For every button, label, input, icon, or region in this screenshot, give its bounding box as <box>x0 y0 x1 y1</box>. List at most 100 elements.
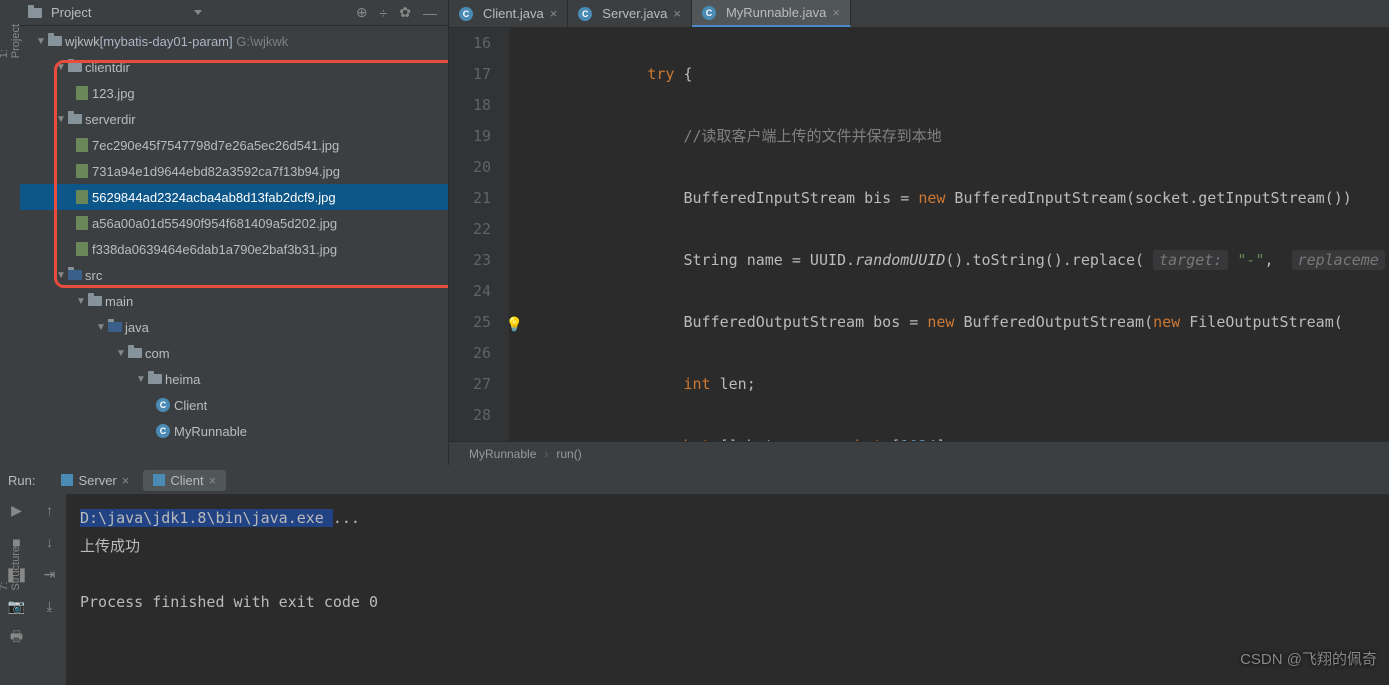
tab-myrunnable[interactable]: CMyRunnable.java× <box>692 0 851 27</box>
line-number: 25 <box>449 307 491 338</box>
print-icon[interactable]: 🖶 <box>7 628 27 648</box>
rerun-button[interactable]: ▶ <box>7 500 27 520</box>
gutter: 16 17 18 19 20 21 22 23 24 25 26 27 28 💡 <box>449 28 509 441</box>
down-icon[interactable]: ↓ <box>40 532 60 552</box>
keyword: try <box>647 65 674 83</box>
file-label: 7ec290e45f7547798d7e26a5ec26d541.jpg <box>92 138 339 153</box>
editor-area: CClient.java× CServer.java× CMyRunnable.… <box>449 0 1389 465</box>
run-tab-server[interactable]: Server× <box>51 470 139 491</box>
camera-icon[interactable]: 📷 <box>7 596 27 616</box>
tree-folder-src[interactable]: src <box>20 262 448 288</box>
sidebar-tab-structure[interactable]: 7: Structure <box>0 542 24 595</box>
folder-label: heima <box>165 372 200 387</box>
tree-class-myrunnable[interactable]: C MyRunnable <box>20 418 448 444</box>
dropdown-icon[interactable] <box>194 10 202 15</box>
close-icon[interactable]: × <box>673 6 681 21</box>
tree-folder-java[interactable]: java <box>20 314 448 340</box>
code-text: BufferedOutputStream( <box>954 313 1153 331</box>
folder-icon <box>68 270 82 280</box>
intention-bulb-icon[interactable]: 💡 <box>506 310 523 341</box>
gear-icon[interactable]: ✿ <box>396 4 414 21</box>
run-tab-label: Client <box>170 473 203 488</box>
folder-icon <box>48 36 62 46</box>
left-tool-strip: 1: Project 7: Structure <box>0 0 20 465</box>
locate-icon[interactable]: ⊕ <box>353 4 371 21</box>
folder-icon <box>28 8 42 18</box>
console-output[interactable]: D:\java\jdk1.8\bin\java.exe ... 上传成功 Pro… <box>66 494 1389 685</box>
class-label: MyRunnable <box>174 424 247 439</box>
tree-package-com[interactable]: com <box>20 340 448 366</box>
tree-file[interactable]: 731a94e1d9644ebd82a3592ca7f13b94.jpg <box>20 158 448 184</box>
param-hint: target: <box>1153 250 1228 270</box>
expand-icon[interactable]: ÷ <box>377 5 391 21</box>
config-icon <box>61 474 73 486</box>
folder-icon <box>68 62 82 72</box>
line-number: 22 <box>449 214 491 245</box>
file-label: a56a00a01d55490f954f681409a5d202.jpg <box>92 216 337 231</box>
close-icon[interactable]: × <box>550 6 558 21</box>
run-title: Run: <box>8 473 35 488</box>
image-icon <box>76 242 88 256</box>
tab-server[interactable]: CServer.java× <box>568 0 692 27</box>
scroll-icon[interactable]: ⤓ <box>40 596 60 616</box>
close-icon[interactable]: × <box>832 5 840 20</box>
line-number: 16 <box>449 28 491 59</box>
project-panel: Project ⊕ ÷ ✿ — wjkwk [mybatis-day01-par… <box>20 0 449 465</box>
minimize-icon[interactable]: — <box>420 5 440 21</box>
code-text: len; <box>711 375 756 393</box>
project-tree[interactable]: wjkwk [mybatis-day01-param] G:\wjkwk cli… <box>20 26 448 465</box>
file-label: f338da0639464e6dab1a790e2baf3b31.jpg <box>92 242 337 257</box>
tree-file[interactable]: a56a00a01d55490f954f681409a5d202.jpg <box>20 210 448 236</box>
config-icon <box>153 474 165 486</box>
folder-label: serverdir <box>85 112 136 127</box>
tree-file-selected[interactable]: 5629844ad2324acba4ab8d13fab2dcf9.jpg <box>20 184 448 210</box>
code-text: { <box>674 65 692 83</box>
watermark: CSDN @飞翔的佩奇 <box>1240 648 1377 669</box>
code-text: BufferedOutputStream bos = <box>684 313 928 331</box>
keyword: new <box>1153 313 1180 331</box>
folder-label: com <box>145 346 170 361</box>
up-icon[interactable]: ↑ <box>40 500 60 520</box>
wrap-icon[interactable]: ⇥ <box>40 564 60 584</box>
folder-label: java <box>125 320 149 335</box>
line-number: 18 <box>449 90 491 121</box>
tree-file[interactable]: 123.jpg <box>20 80 448 106</box>
keyword: int <box>684 375 711 393</box>
folder-icon <box>68 114 82 124</box>
breadcrumb-item[interactable]: MyRunnable <box>469 447 536 461</box>
folder-label: src <box>85 268 102 283</box>
tree-folder-main[interactable]: main <box>20 288 448 314</box>
file-label: 731a94e1d9644ebd82a3592ca7f13b94.jpg <box>92 164 340 179</box>
breadcrumb-item[interactable]: run() <box>556 447 581 461</box>
string: "-" <box>1237 251 1264 269</box>
class-label: Client <box>174 398 207 413</box>
tree-package-heima[interactable]: heima <box>20 366 448 392</box>
line-number: 28 <box>449 400 491 431</box>
tab-client[interactable]: CClient.java× <box>449 0 568 27</box>
folder-icon <box>108 322 122 332</box>
file-label: 123.jpg <box>92 86 135 101</box>
folder-icon <box>88 296 102 306</box>
image-icon <box>76 138 88 152</box>
tree-class-client[interactable]: CClient <box>20 392 448 418</box>
close-icon[interactable]: × <box>122 473 130 488</box>
tree-folder-clientdir[interactable]: clientdir <box>20 54 448 80</box>
close-icon[interactable]: × <box>209 473 217 488</box>
tree-file[interactable]: f338da0639464e6dab1a790e2baf3b31.jpg <box>20 236 448 262</box>
class-icon: C <box>156 424 170 438</box>
code-editor[interactable]: 16 17 18 19 20 21 22 23 24 25 26 27 28 💡 <box>449 28 1389 441</box>
line-number: 23 <box>449 245 491 276</box>
tree-folder-serverdir[interactable]: serverdir <box>20 106 448 132</box>
run-tab-client[interactable]: Client × <box>143 470 226 491</box>
tree-file[interactable]: 7ec290e45f7547798d7e26a5ec26d541.jpg <box>20 132 448 158</box>
package-icon <box>128 348 142 358</box>
tree-root[interactable]: wjkwk [mybatis-day01-param] G:\wjkwk <box>20 28 448 54</box>
line-number: 24 <box>449 276 491 307</box>
code-content[interactable]: try { //读取客户端上传的文件并保存到本地 BufferedInputSt… <box>509 28 1389 441</box>
folder-label: main <box>105 294 133 309</box>
code-text: String name = UUID. <box>684 251 856 269</box>
run-header: Run: Server× Client × <box>0 466 1389 494</box>
class-icon: C <box>702 6 716 20</box>
line-number: 17 <box>449 59 491 90</box>
line-number: 26 <box>449 338 491 369</box>
